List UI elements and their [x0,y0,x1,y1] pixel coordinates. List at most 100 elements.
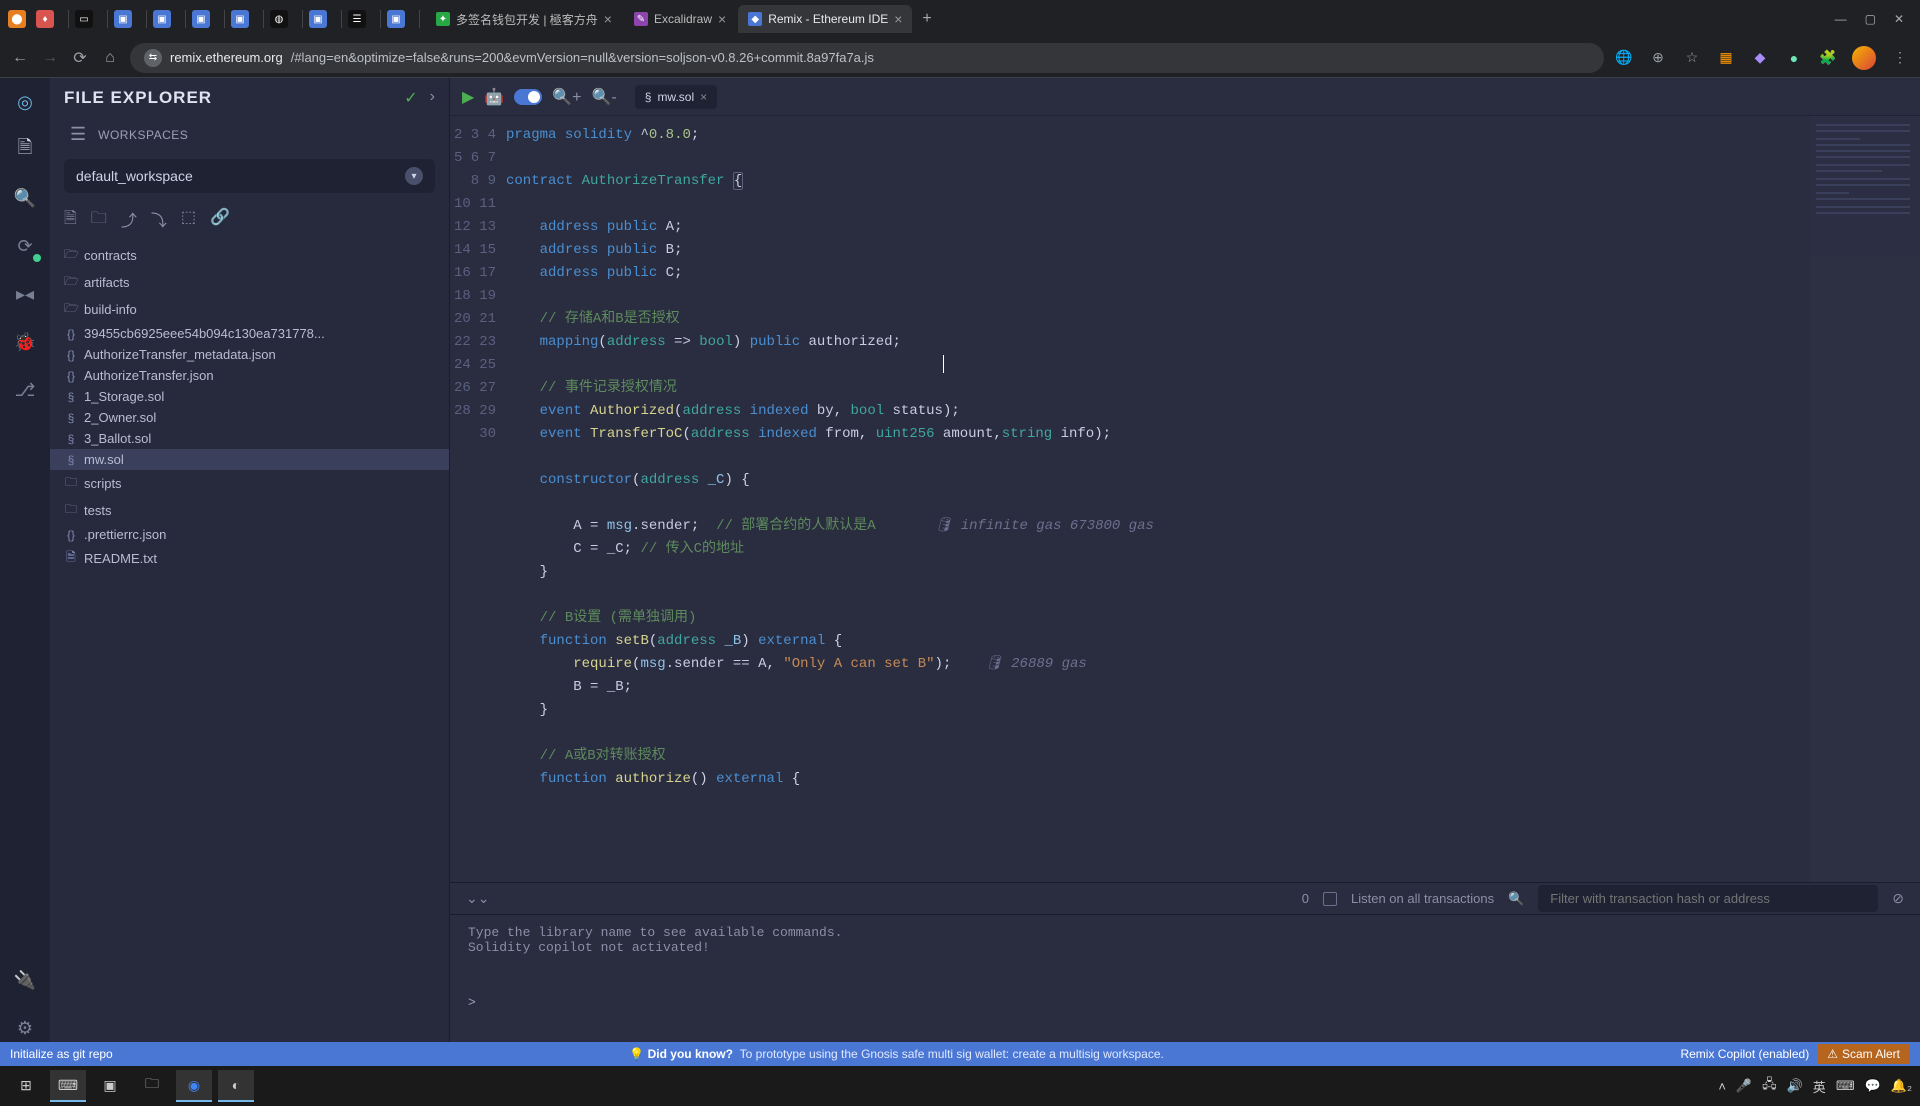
app-icon-5[interactable]: ▣ [192,10,210,28]
browser-tab-3[interactable]: ◆ Remix - Ethereum IDE × [738,5,912,33]
minimize-icon[interactable]: — [1835,12,1847,26]
code-content[interactable]: pragma solidity ^0.8.0; contract Authori… [506,116,1810,882]
terminal-prompt[interactable]: > [468,995,1902,1010]
menu-icon[interactable]: ⋮ [1890,48,1910,68]
file-metadata-json[interactable]: {}AuthorizeTransfer_metadata.json [50,344,449,365]
zoom-in-icon[interactable]: 🔍+ [552,87,581,107]
file-owner-sol[interactable]: §2_Owner.sol [50,407,449,428]
action-center-icon[interactable]: 💬 [1865,1078,1881,1094]
compiler-icon[interactable]: ⟳ [11,232,39,260]
app-icon-8[interactable]: ▣ [309,10,327,28]
mic-icon[interactable]: 🎤 [1736,1078,1752,1094]
link-icon[interactable]: 🔗 [210,207,230,234]
settings-icon[interactable]: ⚙ [11,1014,39,1042]
file-prettier[interactable]: {}.prettierrc.json [50,524,449,545]
copilot-toggle[interactable] [514,89,542,105]
editor-tab[interactable]: § mw.sol × [635,85,717,109]
zoom-out-icon[interactable]: 🔍- [592,87,617,107]
app-icon-3[interactable]: ▣ [114,10,132,28]
extensions-icon[interactable]: 🧩 [1818,48,1838,68]
file-build-json[interactable]: {}39455cb6925eee54b094c130ea731778... [50,323,449,344]
close-window-icon[interactable]: ✕ [1894,12,1904,26]
plugin-icon[interactable]: 🔌 [11,966,39,994]
network-icon[interactable]: 🖧 [1762,1075,1777,1097]
debugger-icon[interactable]: 🐞 [11,328,39,356]
maximize-icon[interactable]: ▢ [1865,12,1876,26]
close-icon[interactable]: × [894,11,902,27]
file-storage-sol[interactable]: §1_Storage.sol [50,386,449,407]
folder-artifacts[interactable]: 🗁artifacts [50,269,449,296]
app-icon-4[interactable]: ▣ [153,10,171,28]
forward-icon[interactable]: → [40,49,60,67]
taskbar-app-2[interactable]: ▣ [92,1070,128,1102]
home-icon[interactable]: ⌂ [100,49,120,67]
search-icon[interactable]: 🔍 [11,184,39,212]
new-folder-icon[interactable]: 🗀 [91,207,107,234]
expand-icon[interactable]: › [430,88,435,108]
file-mw-sol[interactable]: §mw.sol [50,449,449,470]
file-explorer-icon[interactable]: 🗎 [11,136,39,164]
terminal-filter-input[interactable] [1538,885,1878,912]
translate-icon[interactable]: 🌐 [1614,48,1634,68]
taskbar-app-1[interactable]: ⌨ [50,1070,86,1102]
minimap[interactable] [1810,116,1920,882]
git-icon[interactable]: ⎇ [11,376,39,404]
app-icon-6[interactable]: ▣ [231,10,249,28]
git-init-button[interactable]: Initialize as git repo [10,1047,113,1061]
os-menu-icon[interactable]: ⬤ [8,10,26,28]
bookmark-icon[interactable]: ☆ [1682,48,1702,68]
back-icon[interactable]: ← [10,49,30,67]
taskbar-app-3[interactable]: 🗀 [134,1070,170,1102]
deploy-icon[interactable]: ▸◂ [11,280,39,308]
app-icon-10[interactable]: ▣ [387,10,405,28]
address-bar[interactable]: ⇆ remix.ethereum.org/#lang=en&optimize=f… [130,43,1604,73]
upload-icon[interactable]: ⤴ [121,207,137,234]
reload-icon[interactable]: ⟳ [70,48,90,68]
check-icon[interactable]: ✓ [404,88,417,108]
folder-build-info[interactable]: 🗁build-info [50,296,449,323]
search-terminal-icon[interactable]: 🔍 [1508,891,1524,907]
taskbar-obs[interactable]: ◐ [218,1070,254,1102]
app-icon-7[interactable]: ◍ [270,10,288,28]
taskbar-chrome[interactable]: ◉ [176,1070,212,1102]
robot-icon[interactable]: 🤖 [484,87,504,107]
file-ballot-sol[interactable]: §3_Ballot.sol [50,428,449,449]
close-icon[interactable]: × [718,11,726,27]
profile-avatar[interactable] [1852,46,1876,70]
remix-logo-icon[interactable]: ◎ [11,88,39,116]
tray-expand-icon[interactable]: ˄ [1718,1079,1726,1094]
ime-lang[interactable]: 英 [1813,1077,1826,1096]
close-tab-icon[interactable]: × [700,90,707,104]
ime-icon[interactable]: ⌨ [1836,1078,1855,1094]
scam-alert-badge[interactable]: ⚠ Scam Alert [1817,1044,1910,1064]
folder-contracts[interactable]: 🗁contracts [50,242,449,269]
close-icon[interactable]: × [604,11,612,27]
zoom-icon[interactable]: ⊕ [1648,48,1668,68]
download-icon[interactable]: ⤵ [151,207,167,234]
ext-icon-1[interactable]: ▦ [1716,48,1736,68]
cube-icon[interactable]: ⬚ [181,207,196,234]
terminal-output[interactable]: Type the library name to see available c… [450,914,1920,1042]
volume-icon[interactable]: 🔊 [1787,1078,1803,1094]
folder-scripts[interactable]: 🗀scripts [50,470,449,497]
workspace-select[interactable]: default_workspace ▾ [64,159,435,193]
app-icon-9[interactable]: ☰ [348,10,366,28]
folder-tests[interactable]: 🗀tests [50,497,449,524]
file-abi-json[interactable]: {}AuthorizeTransfer.json [50,365,449,386]
listen-checkbox[interactable] [1323,892,1337,906]
workspace-menu-icon[interactable]: ☰ [70,124,86,145]
browser-tab-1[interactable]: ✦ 多签名钱包开发 | 極客方舟 × [426,5,622,34]
collapse-terminal-icon[interactable]: ⌄⌄ [466,890,489,907]
app-icon-2[interactable]: ▭ [75,10,93,28]
new-tab-button[interactable]: + [914,6,939,32]
start-button[interactable]: ⊞ [8,1070,44,1102]
ext-icon-3[interactable]: ● [1784,48,1804,68]
notif-badge-icon[interactable]: 🔔₂ [1891,1078,1912,1094]
new-file-icon[interactable]: 🗎 [64,207,77,234]
file-readme[interactable]: 🗎README.txt [50,545,449,572]
app-icon-1[interactable]: ♦ [36,10,54,28]
clear-terminal-icon[interactable]: ⊘ [1892,890,1904,907]
copilot-status[interactable]: Remix Copilot (enabled) [1680,1047,1809,1061]
browser-tab-2[interactable]: ✎ Excalidraw × [624,5,736,33]
run-icon[interactable]: ▶ [462,87,474,107]
